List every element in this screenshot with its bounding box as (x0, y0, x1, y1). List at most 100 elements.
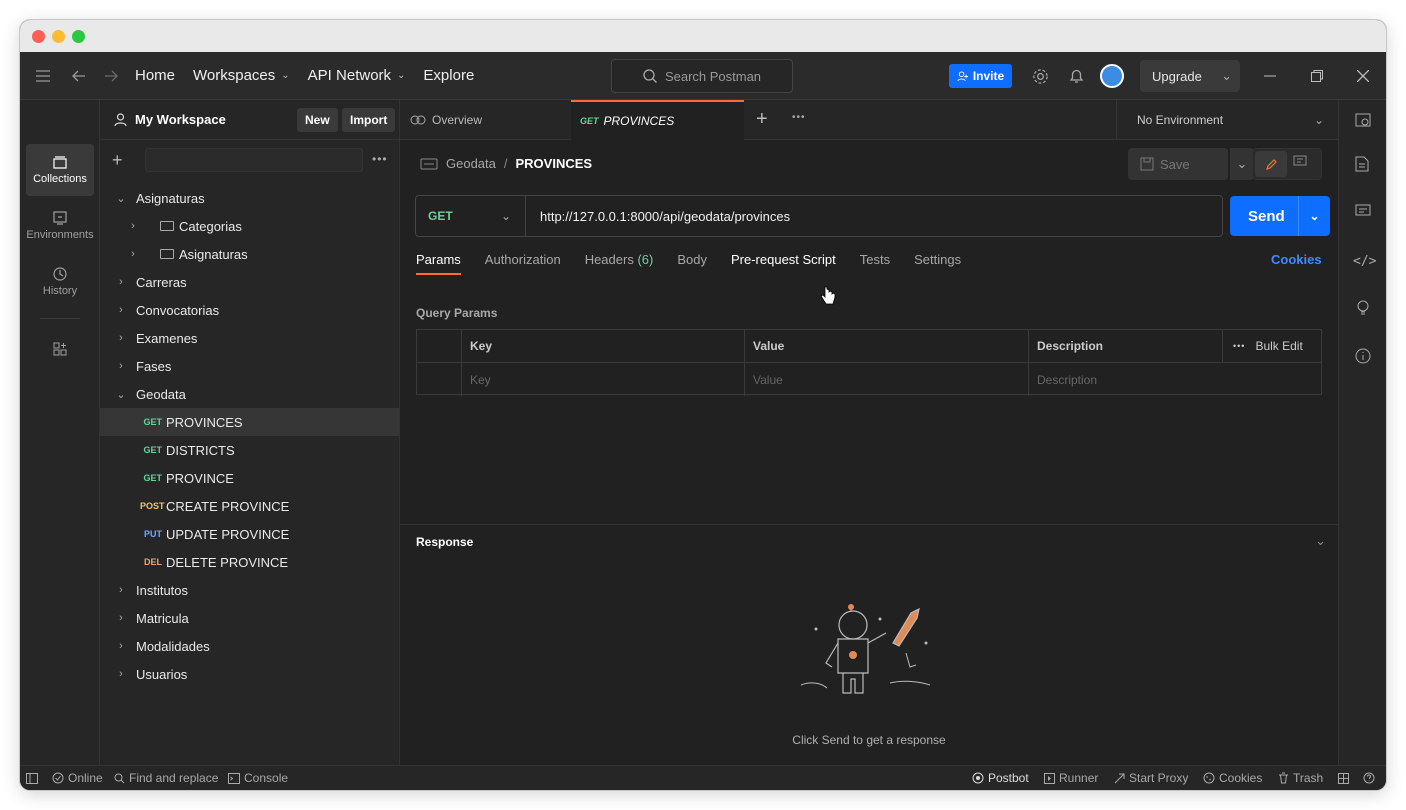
settings-gear-icon[interactable] (1028, 64, 1052, 88)
key-input[interactable]: Key (462, 363, 745, 396)
import-button[interactable]: Import (342, 108, 396, 132)
save-button[interactable]: Save ⌄ (1128, 148, 1254, 180)
tree-request[interactable]: GET DISTRICTS (100, 436, 399, 464)
info-icon[interactable] (1355, 348, 1371, 367)
description-input[interactable]: Description (1029, 363, 1321, 396)
console-button[interactable]: Console (228, 771, 288, 785)
tree-request[interactable]: DEL DELETE PROVINCE (100, 548, 399, 576)
trash-button[interactable]: Trash (1278, 771, 1323, 785)
tree-folder[interactable]: › Fases (100, 352, 399, 380)
tab-tests[interactable]: Tests (860, 252, 890, 267)
back-arrow-icon[interactable] (61, 58, 97, 94)
restore-icon[interactable] (1307, 66, 1327, 86)
avatar[interactable] (1100, 64, 1124, 88)
rail-environments[interactable]: Environments (26, 200, 94, 252)
tree-folder[interactable]: ⌄ Geodata (100, 380, 399, 408)
chevron-right-icon[interactable]: › (112, 612, 130, 624)
tree-folder[interactable]: › Usuarios (100, 660, 399, 688)
chevron-right-icon[interactable]: › (112, 668, 130, 680)
tree-folder[interactable]: › Convocatorias (100, 296, 399, 324)
tree-folder[interactable]: › Examenes (100, 324, 399, 352)
method-selector[interactable]: GET ⌄ (416, 196, 526, 236)
chevron-down-icon[interactable]: ⌄ (112, 192, 130, 205)
chevron-right-icon[interactable]: › (124, 220, 142, 232)
chevron-down-icon[interactable]: ⌄ (1221, 68, 1232, 84)
chevron-down-icon[interactable]: ⌄ (1298, 196, 1330, 236)
forward-arrow-icon[interactable] (93, 58, 129, 94)
cookies-link[interactable]: Cookies (1271, 252, 1322, 267)
environment-selector[interactable]: No Environment ⌄ (1116, 100, 1338, 140)
bulk-edit-button[interactable]: Bulk Edit (1255, 339, 1302, 353)
documentation-icon[interactable] (1355, 156, 1369, 175)
new-button[interactable]: New (297, 108, 338, 132)
environment-quick-look-icon[interactable] (1355, 112, 1371, 131)
chevron-right-icon[interactable]: › (112, 276, 130, 288)
layout-grid-icon[interactable] (1338, 772, 1349, 784)
comments-icon[interactable] (1355, 204, 1371, 221)
invite-button[interactable]: Invite (949, 64, 1012, 88)
minimize-icon[interactable] (1260, 66, 1280, 86)
tab-overview[interactable]: Overview (400, 100, 571, 140)
menu-icon[interactable] (25, 58, 61, 94)
comment-icon[interactable] (1293, 155, 1307, 171)
more-tabs-icon[interactable]: ••• (792, 112, 806, 123)
close-window-button[interactable] (32, 30, 45, 43)
breadcrumb-parent[interactable]: Geodata (446, 156, 496, 171)
nav-home[interactable]: Home (135, 67, 175, 84)
tree-folder[interactable]: › Carreras (100, 268, 399, 296)
tab-body[interactable]: Body (677, 252, 707, 267)
sidebar-search-input[interactable] (145, 148, 363, 172)
runner-button[interactable]: Runner (1044, 771, 1098, 785)
chevron-down-icon[interactable]: ⌄ (1315, 533, 1326, 549)
chevron-right-icon[interactable]: › (112, 332, 130, 344)
tree-request[interactable]: POST CREATE PROVINCE (100, 492, 399, 520)
tree-request[interactable]: GET PROVINCE (100, 464, 399, 492)
search-bar[interactable]: Search Postman (611, 59, 793, 93)
tree-request[interactable]: PUT UPDATE PROVINCE (100, 520, 399, 548)
tab-headers[interactable]: Headers (6) (585, 252, 654, 267)
value-input[interactable]: Value (745, 363, 1029, 396)
minimize-window-button[interactable] (52, 30, 65, 43)
chevron-right-icon[interactable]: › (112, 640, 130, 652)
tab-authorization[interactable]: Authorization (485, 252, 561, 267)
send-button[interactable]: Send ⌄ (1230, 196, 1330, 236)
new-tab-plus-icon[interactable]: + (756, 108, 768, 131)
edit-pencil-icon[interactable] (1255, 151, 1287, 177)
rail-collections[interactable]: Collections (26, 144, 94, 196)
tree-folder[interactable]: › Matricula (100, 604, 399, 632)
chevron-down-icon[interactable]: ⌄ (112, 388, 130, 401)
chevron-right-icon[interactable]: › (112, 360, 130, 372)
chevron-right-icon[interactable]: › (112, 304, 130, 316)
rail-history[interactable]: History (26, 256, 94, 308)
help-icon[interactable] (1363, 772, 1375, 784)
tab-provinces[interactable]: GET PROVINCES (571, 100, 744, 140)
maximize-window-button[interactable] (72, 30, 85, 43)
tree-folder[interactable]: › Asignaturas (100, 240, 399, 268)
chevron-right-icon[interactable]: › (112, 584, 130, 596)
postbot-button[interactable]: Postbot (972, 771, 1029, 785)
rail-configure-button[interactable] (26, 329, 94, 369)
tree-folder[interactable]: › Categorias (100, 212, 399, 240)
tree-folder[interactable]: ⌄ Asignaturas (100, 184, 399, 212)
code-icon[interactable]: </> (1353, 254, 1376, 269)
tree-request[interactable]: GET PROVINCES (100, 408, 399, 436)
start-proxy-button[interactable]: Start Proxy (1114, 771, 1188, 785)
plus-icon[interactable]: + (112, 150, 123, 171)
tree-folder[interactable]: › Modalidades (100, 632, 399, 660)
upgrade-button[interactable]: Upgrade ⌄ (1140, 60, 1240, 92)
lightbulb-icon[interactable] (1356, 300, 1370, 319)
more-options-icon[interactable]: ••• (372, 152, 388, 166)
notifications-bell-icon[interactable] (1064, 64, 1088, 88)
chevron-right-icon[interactable]: › (124, 248, 142, 260)
nav-explore[interactable]: Explore (423, 67, 474, 84)
tree-folder[interactable]: › Institutos (100, 576, 399, 604)
find-replace-button[interactable]: Find and replace (114, 771, 218, 785)
url-input[interactable]: http://127.0.0.1:8000/api/geodata/provin… (526, 209, 790, 224)
tab-params[interactable]: Params (416, 252, 461, 275)
online-status[interactable]: Online (52, 771, 103, 785)
nav-workspaces[interactable]: Workspaces ⌄ (193, 67, 290, 84)
save-dropdown-chevron-icon[interactable]: ⌄ (1230, 148, 1254, 180)
close-icon[interactable] (1353, 66, 1373, 86)
tab-settings[interactable]: Settings (914, 252, 961, 267)
cookies-button[interactable]: Cookies (1203, 771, 1262, 785)
